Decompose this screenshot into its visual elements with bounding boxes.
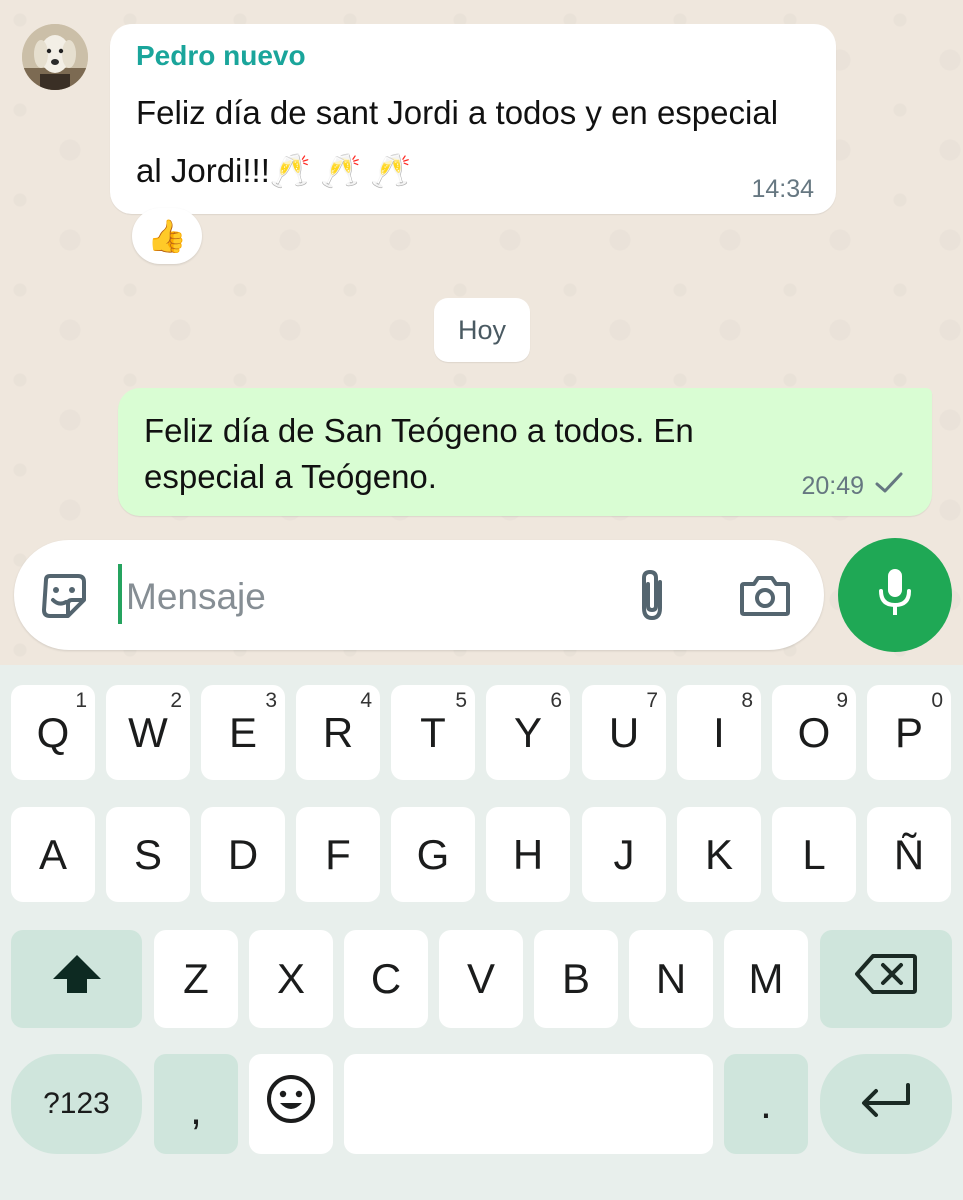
key-f[interactable]: F	[296, 807, 380, 902]
key-y[interactable]: Y6	[486, 685, 570, 780]
avatar[interactable]	[22, 24, 88, 90]
shift-icon	[49, 949, 105, 1009]
emoji-icon	[265, 1073, 317, 1135]
period-key[interactable]: .	[724, 1054, 808, 1154]
single-check-icon	[874, 471, 904, 502]
key-m[interactable]: M	[724, 930, 808, 1028]
key-z[interactable]: Z	[154, 930, 238, 1028]
key-j[interactable]: J	[582, 807, 666, 902]
shift-key[interactable]	[11, 930, 142, 1028]
key-s[interactable]: S	[106, 807, 190, 902]
key-label: P	[894, 708, 923, 756]
space-key[interactable]	[344, 1054, 713, 1154]
key-hint: 8	[741, 689, 753, 712]
key-n-tilde[interactable]: Ñ	[867, 807, 951, 902]
key-r[interactable]: R4	[296, 685, 380, 780]
reaction-badge[interactable]: 👍	[132, 208, 202, 264]
key-hint: 7	[646, 689, 658, 712]
key-hint: 9	[836, 689, 848, 712]
key-d[interactable]: D	[201, 807, 285, 902]
key-hint: 6	[550, 689, 562, 712]
key-label: R	[322, 708, 354, 756]
key-label: I	[713, 708, 725, 756]
backspace-icon	[853, 950, 919, 1008]
key-label: Q	[36, 708, 70, 756]
key-label: W	[128, 708, 168, 756]
chat-area: Pedro nuevo Feliz día de sant Jordi a to…	[0, 0, 963, 665]
outgoing-message-meta: 20:49	[801, 471, 904, 502]
voice-message-button[interactable]	[838, 538, 952, 652]
backspace-key[interactable]	[820, 930, 952, 1028]
key-o[interactable]: O9	[772, 685, 856, 780]
enter-icon	[856, 1079, 916, 1129]
key-x[interactable]: X	[249, 930, 333, 1028]
message-composer	[14, 540, 824, 650]
key-label: T	[420, 708, 446, 756]
key-i[interactable]: I8	[677, 685, 761, 780]
key-c[interactable]: C	[344, 930, 428, 1028]
key-hint: 4	[360, 689, 372, 712]
key-e[interactable]: E3	[201, 685, 285, 780]
key-hint: 5	[455, 689, 467, 712]
incoming-message-bubble[interactable]: Pedro nuevo Feliz día de sant Jordi a to…	[110, 24, 836, 214]
key-b[interactable]: B	[534, 930, 618, 1028]
key-hint: 1	[75, 689, 87, 712]
attach-icon[interactable]	[632, 566, 672, 631]
key-k[interactable]: K	[677, 807, 761, 902]
comma-key[interactable]: ,	[154, 1054, 238, 1154]
keyboard: Q1 W2 E3 R4 T5 Y6 U7 I8 O9 P0 A S D F G …	[0, 665, 963, 1200]
key-label: Y	[513, 708, 542, 756]
sticker-icon[interactable]	[38, 570, 90, 627]
key-l[interactable]: L	[772, 807, 856, 902]
incoming-message-time: 14:34	[751, 175, 814, 203]
mic-icon	[873, 565, 917, 626]
key-label: O	[797, 708, 831, 756]
outgoing-message-bubble[interactable]: Feliz día de San Teógeno a todos. En esp…	[118, 388, 932, 516]
key-g[interactable]: G	[391, 807, 475, 902]
key-t[interactable]: T5	[391, 685, 475, 780]
outgoing-message-time: 20:49	[801, 472, 864, 500]
sender-name: Pedro nuevo	[136, 40, 306, 71]
key-hint: 2	[170, 689, 182, 712]
key-label: U	[608, 708, 640, 756]
key-h[interactable]: H	[486, 807, 570, 902]
key-n[interactable]: N	[629, 930, 713, 1028]
key-label: E	[228, 708, 257, 756]
key-q[interactable]: Q1	[11, 685, 95, 780]
key-u[interactable]: U7	[582, 685, 666, 780]
key-a[interactable]: A	[11, 807, 95, 902]
day-separator: Hoy	[434, 298, 530, 362]
symbols-key[interactable]: ?123	[11, 1054, 142, 1154]
key-w[interactable]: W2	[106, 685, 190, 780]
incoming-message-text: Feliz día de sant Jordi a todos y en esp…	[136, 94, 779, 189]
key-hint: 0	[931, 689, 943, 712]
emoji-key[interactable]	[249, 1054, 333, 1154]
camera-icon[interactable]	[738, 570, 792, 625]
message-input[interactable]	[124, 568, 608, 626]
key-v[interactable]: V	[439, 930, 523, 1028]
key-p[interactable]: P0	[867, 685, 951, 780]
key-hint: 3	[265, 689, 277, 712]
enter-key[interactable]	[820, 1054, 952, 1154]
outgoing-message-text: Feliz día de San Teógeno a todos. En esp…	[144, 412, 694, 495]
text-cursor	[118, 564, 122, 624]
